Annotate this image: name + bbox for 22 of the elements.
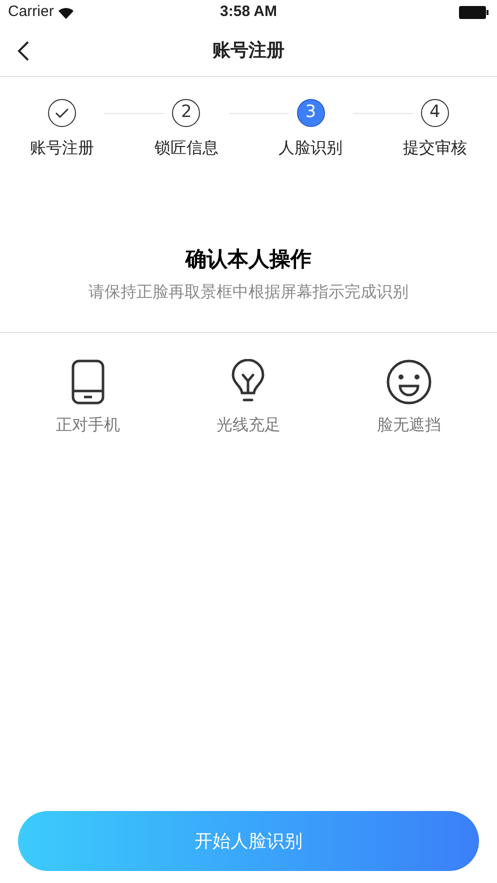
tip-label: 正对手机 bbox=[56, 414, 120, 436]
step-label: 锁匠信息 bbox=[154, 137, 218, 159]
step-number: 4 bbox=[420, 99, 449, 127]
light-bulb-icon bbox=[231, 358, 266, 404]
step-label: 提交审核 bbox=[402, 137, 467, 159]
battery-icon bbox=[459, 6, 489, 19]
tip-label: 光线充足 bbox=[216, 414, 280, 436]
phone-icon bbox=[71, 358, 106, 404]
page-title: 账号注册 bbox=[212, 39, 284, 63]
step-label: 人脸识别 bbox=[278, 137, 343, 159]
section-heading: 确认本人操作 bbox=[186, 246, 312, 273]
step-number: 2 bbox=[172, 99, 200, 127]
status-time: 3:58 AM bbox=[220, 2, 277, 22]
back-icon bbox=[16, 40, 30, 62]
step-label: 账号注册 bbox=[30, 137, 94, 159]
smiley-face-icon bbox=[386, 358, 432, 404]
step-number: 3 bbox=[296, 99, 325, 127]
wifi-icon bbox=[58, 6, 74, 18]
carrier-label: Carrier bbox=[8, 2, 54, 22]
instruction-text: 请保持正脸再取景框中根据屏幕指示完成识别 bbox=[88, 280, 408, 302]
tip-label: 脸无遮挡 bbox=[376, 414, 441, 436]
start-face-recognition-button[interactable]: 开始人脸识别 bbox=[18, 811, 479, 871]
